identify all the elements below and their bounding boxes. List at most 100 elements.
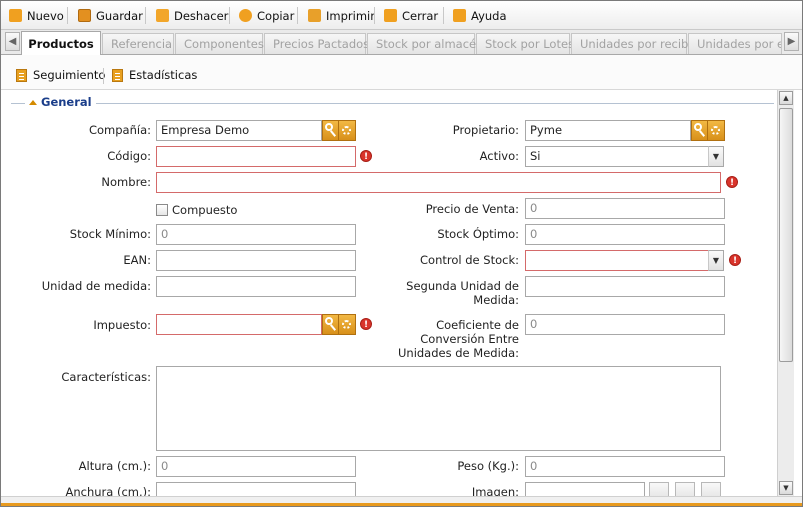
image-label: Imagen: bbox=[471, 485, 519, 496]
search-icon[interactable] bbox=[322, 120, 339, 141]
scroll-down-icon[interactable]: ▼ bbox=[779, 481, 793, 495]
tab-componentes[interactable]: Componentes bbox=[175, 33, 264, 54]
tab-bar: ◀ Productos Referencia Componentes Preci… bbox=[1, 30, 802, 55]
conversion-input[interactable]: 0 bbox=[525, 314, 725, 335]
second-unit-input[interactable] bbox=[525, 276, 725, 297]
ean-input[interactable] bbox=[156, 250, 356, 271]
owner-lookup[interactable] bbox=[691, 120, 725, 141]
tab-unidades-por-enviar[interactable]: Unidades por env bbox=[688, 33, 782, 54]
tab-stock-por-lotes[interactable]: Stock por Lotes bbox=[476, 33, 574, 54]
chevron-down-icon[interactable]: ▼ bbox=[708, 250, 724, 271]
owner-label: Propietario: bbox=[452, 123, 519, 137]
tab-stock-por-almacen[interactable]: Stock por almacén bbox=[367, 33, 483, 54]
tab-unidades-por-recibir[interactable]: Unidades por recibir bbox=[571, 33, 696, 54]
tax-label: Impuesto: bbox=[93, 318, 151, 332]
code-input[interactable] bbox=[156, 146, 356, 167]
gear-icon[interactable] bbox=[708, 120, 725, 141]
tax-input[interactable] bbox=[156, 314, 322, 335]
tracking-button[interactable]: Seguimiento bbox=[16, 68, 105, 82]
tab-productos[interactable]: Productos bbox=[21, 31, 101, 55]
close-icon bbox=[384, 9, 397, 22]
company-label: Compañía: bbox=[88, 123, 151, 137]
download-icon[interactable] bbox=[675, 482, 695, 496]
tab-precios-pactados[interactable]: Precios Pactados bbox=[264, 33, 369, 54]
weight-label: Peso (Kg.): bbox=[457, 459, 519, 473]
name-input[interactable] bbox=[156, 172, 721, 193]
print-icon bbox=[308, 9, 321, 22]
help-button[interactable]: Ayuda bbox=[453, 6, 507, 25]
error-icon: ! bbox=[360, 150, 372, 162]
owner-input[interactable]: Pyme bbox=[525, 120, 691, 141]
stock-control-label: Control de Stock: bbox=[420, 253, 519, 267]
error-icon: ! bbox=[729, 254, 741, 266]
scroll-up-icon[interactable]: ▲ bbox=[779, 91, 793, 105]
copy-button[interactable]: Copiar bbox=[239, 6, 294, 25]
gear-icon[interactable] bbox=[339, 314, 356, 335]
document-icon bbox=[16, 68, 27, 82]
company-input[interactable]: Empresa Demo bbox=[156, 120, 322, 141]
toolbar-separator bbox=[67, 7, 68, 24]
toolbar-separator bbox=[103, 68, 104, 84]
height-input[interactable]: 0 bbox=[156, 456, 356, 477]
tab-scroll-left-icon[interactable]: ◀ bbox=[5, 32, 20, 51]
stock-control-select[interactable] bbox=[525, 250, 709, 271]
sub-toolbar: Seguimiento Estadísticas bbox=[1, 55, 802, 90]
gear-icon[interactable] bbox=[339, 120, 356, 141]
print-button[interactable]: Imprimir bbox=[308, 6, 375, 25]
weight-input[interactable]: 0 bbox=[525, 456, 725, 477]
main-toolbar: Nuevo Guardar Deshacer Copiar Imprimir C… bbox=[1, 1, 802, 30]
vertical-scrollbar[interactable]: ▲ ▼ bbox=[777, 90, 794, 496]
tab-scroll-right-icon[interactable]: ▶ bbox=[784, 32, 799, 51]
min-stock-input[interactable]: 0 bbox=[156, 224, 356, 245]
error-icon: ! bbox=[360, 318, 372, 330]
company-lookup[interactable] bbox=[322, 120, 356, 141]
min-stock-label: Stock Mínimo: bbox=[69, 227, 151, 241]
close-button[interactable]: Cerrar bbox=[384, 6, 438, 25]
sale-price-label: Precio de Venta: bbox=[425, 202, 519, 216]
tax-lookup[interactable] bbox=[322, 314, 356, 335]
copy-icon bbox=[239, 9, 252, 22]
form-content: General Compañía: Empresa Demo Propietar… bbox=[1, 90, 777, 496]
conversion-label: Coeficiente de Conversión Entre Unidades… bbox=[397, 318, 519, 360]
search-icon[interactable] bbox=[691, 120, 708, 141]
undo-icon bbox=[156, 9, 169, 22]
toolbar-separator bbox=[374, 7, 375, 24]
image-browse-icon[interactable] bbox=[649, 482, 669, 496]
scroll-thumb[interactable] bbox=[779, 108, 793, 362]
new-button[interactable]: Nuevo bbox=[9, 6, 64, 25]
height-label: Altura (cm.): bbox=[78, 459, 151, 473]
image-input[interactable] bbox=[525, 482, 645, 496]
chevron-down-icon[interactable]: ▼ bbox=[708, 146, 724, 167]
collapse-triangle-icon bbox=[29, 99, 37, 105]
tab-referencia[interactable]: Referencia bbox=[102, 33, 174, 54]
delete-icon[interactable] bbox=[701, 482, 721, 496]
toolbar-separator bbox=[443, 7, 444, 24]
document-icon bbox=[112, 68, 123, 82]
opt-stock-label: Stock Óptimo: bbox=[437, 227, 519, 241]
width-label: Anchura (cm.): bbox=[65, 485, 151, 496]
width-input[interactable] bbox=[156, 482, 356, 496]
section-divider bbox=[11, 103, 774, 104]
error-icon: ! bbox=[726, 176, 738, 188]
save-icon bbox=[78, 9, 91, 22]
name-label: Nombre: bbox=[101, 175, 151, 189]
application-window: Nuevo Guardar Deshacer Copiar Imprimir C… bbox=[0, 0, 803, 507]
features-label: Características: bbox=[61, 370, 151, 384]
help-icon bbox=[453, 9, 466, 22]
compound-checkbox[interactable] bbox=[156, 204, 168, 216]
features-textarea[interactable] bbox=[156, 366, 721, 451]
active-label: Activo: bbox=[479, 149, 519, 163]
save-button[interactable]: Guardar bbox=[78, 6, 143, 25]
opt-stock-input[interactable]: 0 bbox=[525, 224, 725, 245]
sale-price-input[interactable]: 0 bbox=[525, 198, 725, 219]
statistics-button[interactable]: Estadísticas bbox=[112, 68, 197, 82]
unit-input[interactable] bbox=[156, 276, 356, 297]
compound-label: Compuesto bbox=[172, 203, 238, 217]
active-select[interactable]: Si bbox=[525, 146, 709, 167]
toolbar-separator bbox=[297, 7, 298, 24]
ean-label: EAN: bbox=[123, 253, 151, 267]
section-general-header[interactable]: General bbox=[25, 95, 96, 109]
undo-button[interactable]: Deshacer bbox=[156, 6, 228, 25]
search-icon[interactable] bbox=[322, 314, 339, 335]
second-unit-label: Segunda Unidad de Medida: bbox=[406, 279, 519, 307]
